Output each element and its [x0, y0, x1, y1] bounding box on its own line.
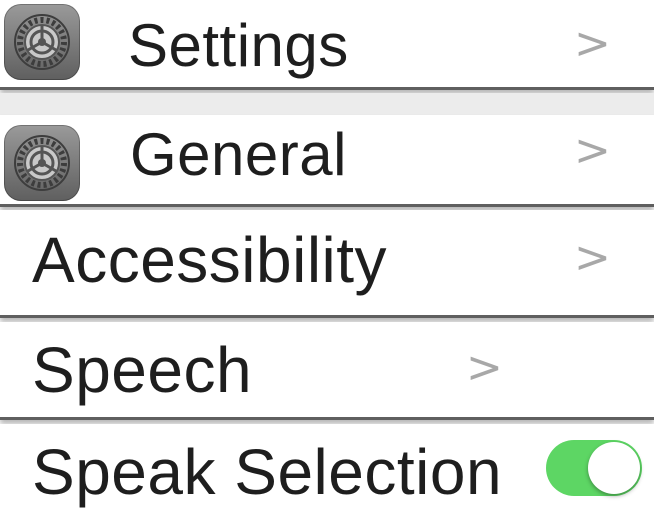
row-general[interactable]: General >: [0, 115, 654, 207]
row-settings[interactable]: Settings >: [0, 0, 654, 90]
row-speech[interactable]: Speech >: [0, 322, 654, 420]
row-speak-selection: Speak Selection: [0, 424, 654, 523]
chevron-right-icon: >: [574, 18, 611, 69]
toggle-knob: [588, 442, 640, 494]
speak-selection-label: Speak Selection: [32, 436, 503, 508]
speak-selection-toggle[interactable]: [546, 440, 642, 496]
chevron-right-icon: >: [466, 342, 503, 393]
settings-label: Settings: [128, 12, 349, 79]
settings-gear-icon: [4, 125, 80, 201]
chevron-right-icon: >: [574, 125, 611, 176]
row-separator: [0, 93, 654, 115]
chevron-right-icon: >: [574, 232, 611, 283]
settings-gear-icon: [4, 4, 80, 80]
speech-label: Speech: [32, 334, 253, 406]
general-label: General: [130, 121, 347, 188]
row-accessibility[interactable]: Accessibility >: [0, 210, 654, 318]
accessibility-label: Accessibility: [32, 224, 388, 296]
